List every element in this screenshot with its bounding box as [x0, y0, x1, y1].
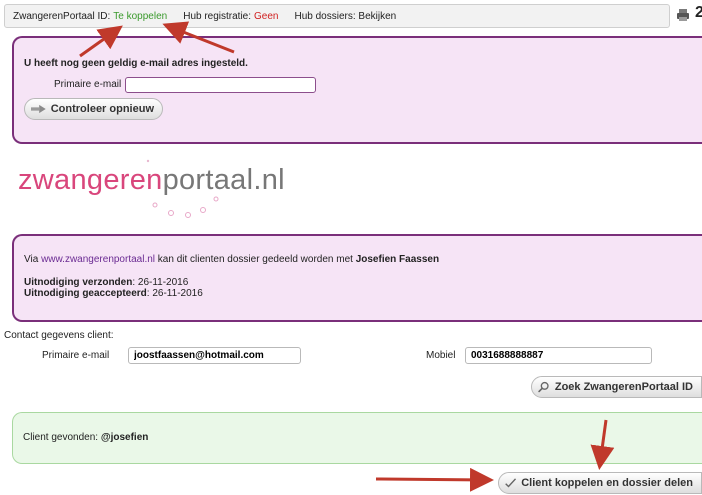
client-found-value: @josefien — [100, 432, 149, 443]
zwangerenportaal-link[interactable]: www.zwangerenportaal.nl — [41, 254, 155, 265]
mobile-input[interactable] — [465, 347, 652, 364]
invitation-accepted-label: Uitnodiging geaccepteerd — [24, 288, 147, 299]
contact-heading: Contact gegevens client: — [4, 330, 114, 341]
portal-id-label: ZwangerenPortaal ID: — [13, 10, 111, 22]
contact-email-input[interactable] — [128, 347, 301, 364]
contact-email-label: Primaire e-mail — [42, 350, 110, 361]
hub-registration-label: Hub registratie: — [183, 10, 252, 22]
shared-person-name: Josefien Faassen — [355, 254, 440, 265]
hub-registration-value[interactable]: Geen — [254, 11, 278, 22]
via-text: Via — [24, 254, 39, 265]
link-button-label: Client koppelen en dossier delen — [521, 477, 693, 489]
client-found-panel: Client gevonden: @josefien — [12, 412, 702, 464]
hub-dossiers-link[interactable]: Hub dossiers: Bekijken — [295, 11, 397, 22]
client-found-label: Client gevonden: — [23, 432, 99, 443]
arrow-right-icon — [31, 104, 46, 114]
link-client-share-dossier-button[interactable]: Client koppelen en dossier delen — [498, 472, 702, 494]
invitation-sent-label: Uitnodiging verzonden — [24, 277, 133, 288]
search-portal-id-button[interactable]: Zoek ZwangerenPortaal ID — [531, 376, 702, 398]
portal-id-link[interactable]: Te koppelen — [113, 11, 167, 22]
printer-icon[interactable] — [676, 8, 690, 22]
invitation-sent-row: Uitnodiging verzonden: 26-11-2016 — [24, 277, 188, 288]
truncated-glyph: 2 — [695, 4, 702, 21]
email-warning-panel: U heeft nog geen geldig e-mail adres ing… — [12, 36, 702, 144]
search-icon — [538, 381, 549, 393]
invitation-accepted-row: Uitnodiging geaccepteerd: 26-11-2016 — [24, 288, 203, 299]
invitation-panel: Via www.zwangerenportaal.nl kan dit clie… — [12, 234, 702, 322]
mobile-label: Mobiel — [426, 350, 456, 361]
recheck-button-label: Controleer opnieuw — [50, 103, 154, 115]
email-warning-title: U heeft nog geen geldig e-mail adres ing… — [24, 58, 248, 69]
logo-dots-decoration — [146, 159, 219, 218]
invitation-text: kan dit clienten dossier gedeeld worden … — [157, 254, 353, 265]
email-label: Primaire e-mail — [54, 79, 122, 90]
status-bar: ZwangerenPortaal ID: Te koppelen Hub reg… — [4, 4, 670, 28]
annotation-arrow — [375, 467, 494, 492]
invitation-accepted-value: : 26-11-2016 — [146, 288, 203, 299]
checkmark-icon — [505, 478, 517, 488]
client-found-row: Client gevonden: @josefien — [23, 432, 148, 443]
invitation-sent-value: : 26-11-2016 — [132, 277, 189, 288]
primary-email-input[interactable] — [125, 77, 316, 93]
search-button-label: Zoek ZwangerenPortaal ID — [554, 381, 693, 393]
recheck-button[interactable]: Controleer opnieuw — [24, 98, 163, 120]
invitation-sentence: Via www.zwangerenportaal.nl kan dit clie… — [24, 254, 439, 265]
